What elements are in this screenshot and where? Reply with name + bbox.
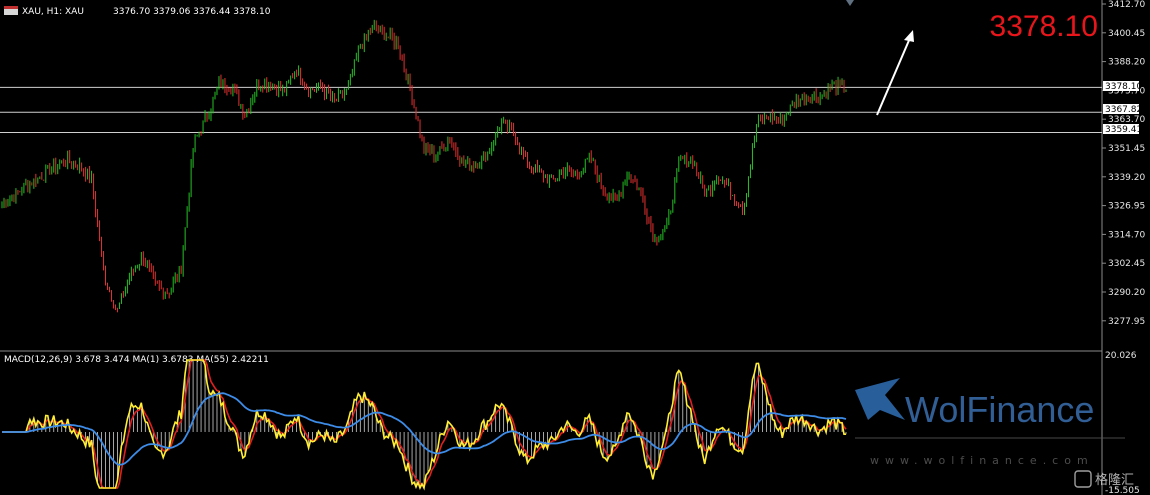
price-tick-label: 3290.20 [1108, 288, 1145, 298]
watermark-site: www.wolfinance.com [870, 454, 1094, 467]
price-tick-label: 3277.95 [1108, 317, 1145, 327]
svg-text:3378.10: 3378.10 [1105, 82, 1142, 92]
svg-text:3359.41: 3359.41 [1105, 125, 1142, 135]
price-tick-label: 3363.70 [1108, 115, 1145, 125]
glh-logo-icon [1074, 470, 1092, 488]
watermark-corner: 格隆汇 [1095, 472, 1134, 488]
price-tick-label: 3326.95 [1108, 202, 1145, 212]
watermark-brand: WolFinance [905, 389, 1094, 430]
horizontal-lines[interactable] [0, 86, 1102, 133]
wolfinance-watermark: WolFinance www.wolfinance.com 格隆汇 [855, 378, 1134, 488]
symbol-label: XAU, H1: XAU [22, 7, 84, 17]
macd-histogram [29, 360, 847, 488]
price-label-level-2: 3359.41 [1103, 124, 1142, 135]
symbol-header: XAU, H1: XAU 3376.70 3379.06 3376.44 337… [4, 6, 271, 17]
price-tick-label: 3400.45 [1108, 29, 1145, 39]
price-tick-label: 3388.20 [1108, 58, 1145, 68]
wolf-logo-icon [855, 378, 905, 420]
current-price-display: 3378.10 [990, 10, 1098, 43]
flag-icon [4, 6, 18, 9]
price-tick-label: 3412.70 [1108, 0, 1145, 10]
macd-label: MACD(12,26,9) 3.678 3.474 MA(1) 3.6783 M… [4, 355, 269, 365]
ohlc-values: 3376.70 3379.06 3376.44 3378.10 [113, 7, 271, 17]
price-tick-label: 3351.45 [1108, 144, 1145, 154]
macd-axis-top: 20.026 [1105, 351, 1137, 361]
svg-text:3367.82: 3367.82 [1105, 105, 1142, 115]
price-label-current: 3378.10 [1103, 81, 1142, 92]
price-tick-label: 3302.45 [1108, 259, 1145, 269]
price-tick-label: 3314.70 [1108, 230, 1145, 240]
price-tick-label: 3339.20 [1108, 173, 1145, 183]
scroll-marker-icon[interactable] [846, 0, 854, 6]
trading-chart[interactable]: XAU, H1: XAU 3376.70 3379.06 3376.44 337… [0, 0, 1150, 495]
up-arrow-annotation[interactable] [876, 30, 914, 116]
price-label-level-1: 3367.82 [1103, 104, 1142, 115]
candlestick-series [1, 19, 847, 313]
price-axis: 3412.703400.453388.203375.703363.703351.… [1102, 0, 1145, 327]
